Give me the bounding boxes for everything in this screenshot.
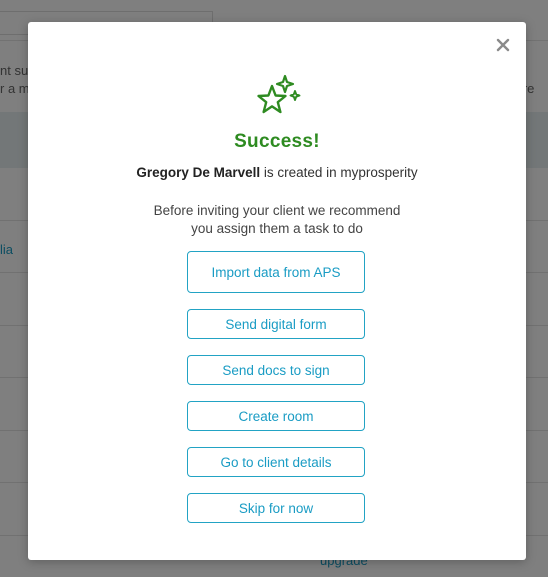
send-docs-to-sign-button[interactable]: Send docs to sign	[187, 355, 365, 385]
go-to-client-details-button[interactable]: Go to client details	[187, 447, 365, 477]
import-data-button[interactable]: Import data from APS	[187, 251, 365, 293]
created-message: Gregory De Marvell is created in myprosp…	[28, 165, 526, 180]
modal-title: Success!	[234, 131, 320, 152]
skip-for-now-button[interactable]: Skip for now	[187, 493, 365, 523]
recommendation-line-1: Before inviting your client we recommend	[153, 203, 401, 218]
recommendation-line-2: you assign them a task to do	[191, 221, 363, 236]
create-room-button[interactable]: Create room	[187, 401, 365, 431]
close-icon[interactable]	[496, 38, 510, 52]
created-suffix: is created in myprosperity	[260, 165, 418, 180]
send-digital-form-button[interactable]: Send digital form	[187, 309, 365, 339]
client-name: Gregory De Marvell	[136, 165, 261, 180]
sparkle-star-icon	[257, 74, 301, 114]
recommendation-text: Before inviting your client we recommend…	[138, 202, 416, 238]
success-modal: Success! Gregory De Marvell is created i…	[28, 22, 526, 560]
close-icon-glyph	[496, 38, 510, 52]
